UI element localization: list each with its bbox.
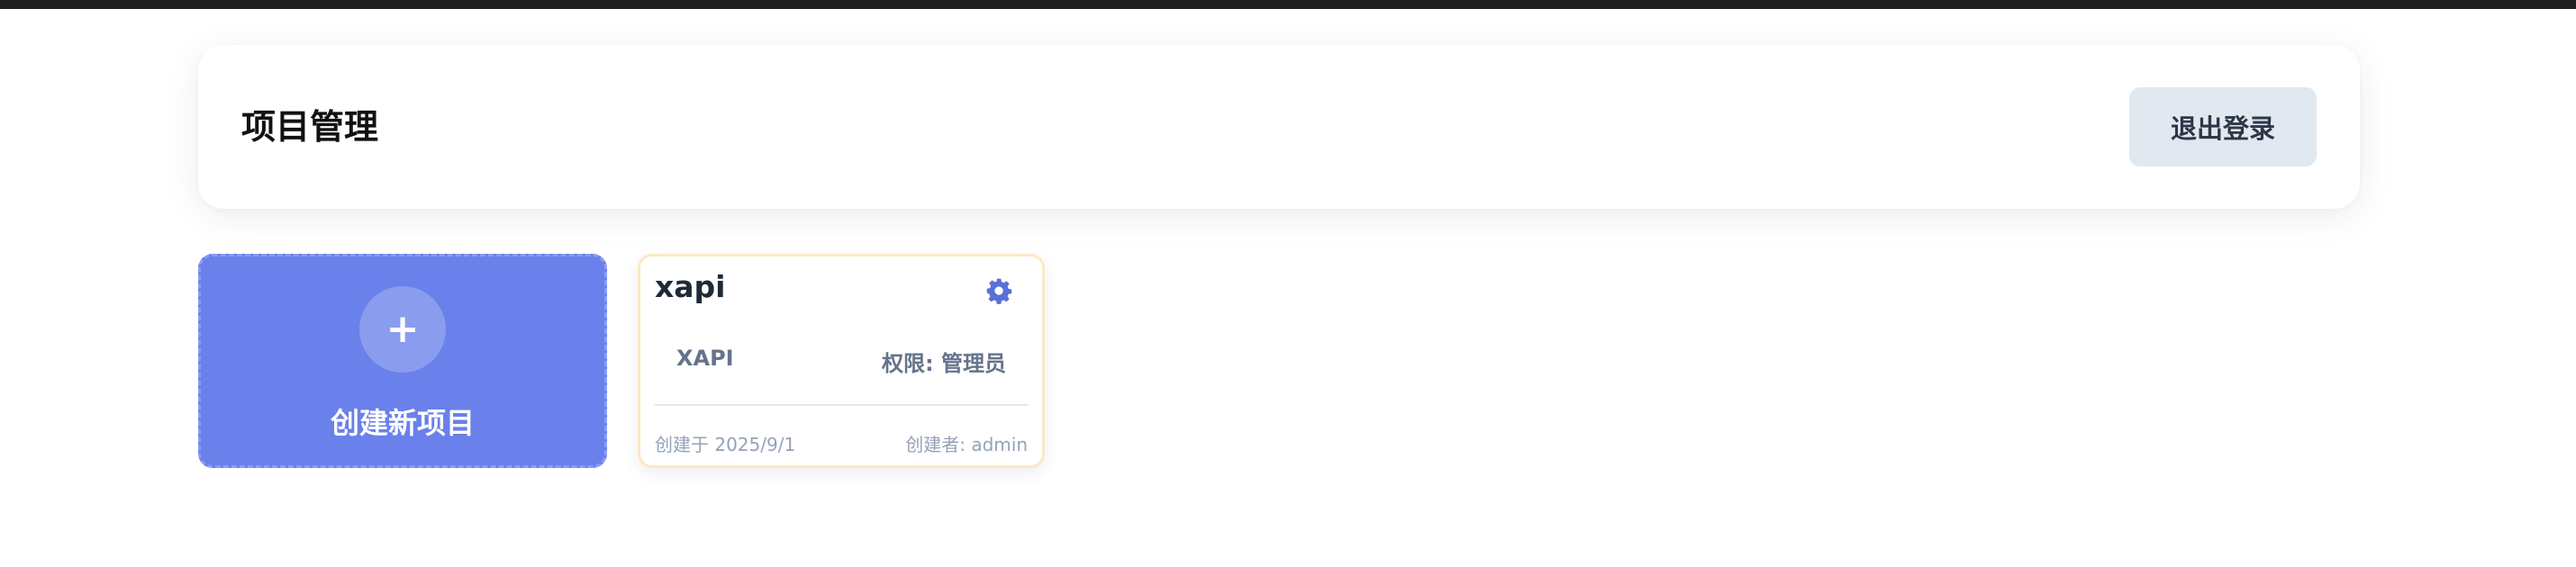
logout-button[interactable]: 退出登录 (2129, 87, 2317, 166)
create-project-card[interactable]: + 创建新项目 (198, 254, 607, 468)
project-permission: 权限: 管理员 (882, 351, 1006, 376)
create-project-label: 创建新项目 (330, 406, 475, 440)
project-created-date: 创建于 2025/9/1 (655, 434, 796, 455)
project-name: xapi (655, 269, 726, 304)
project-card[interactable]: xapi XAPI 权限: 管理员 创建于 2025/9/1 创建者: admi… (638, 254, 1045, 468)
gear-icon-graphic (986, 278, 1012, 304)
plus-icon: + (359, 286, 446, 373)
project-creator: 创建者: admin (905, 434, 1028, 455)
card-divider (655, 404, 1028, 406)
top-bar (0, 0, 2576, 9)
page-title: 项目管理 (241, 107, 379, 147)
header-card: 项目管理 退出登录 (198, 45, 2360, 209)
gear-icon[interactable] (984, 276, 1013, 305)
project-code: XAPI (676, 346, 734, 371)
